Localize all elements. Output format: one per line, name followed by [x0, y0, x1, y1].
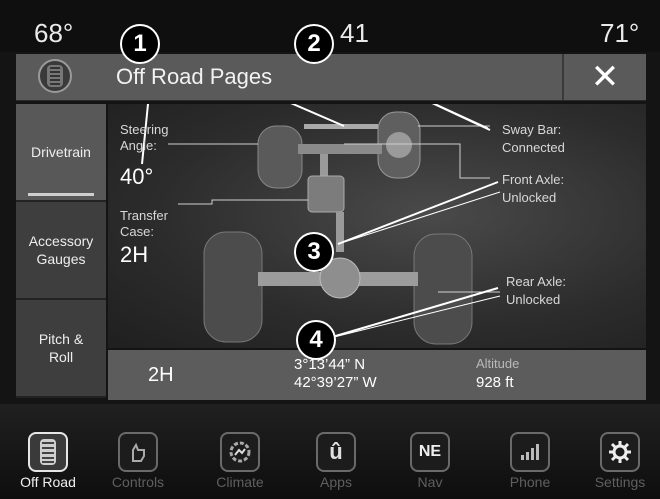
- compass-ne-icon: NE: [410, 432, 450, 472]
- gps-info-strip: 2H 3°13’44” N 42°39’27” W Altitude 928 f…: [108, 350, 646, 400]
- steering-angle-value: 40°: [120, 164, 154, 189]
- rear-axle-value: Unlocked: [506, 292, 561, 307]
- compass-heading: NE: [418, 443, 442, 460]
- latitude-value: 3°13’44” N: [294, 356, 366, 373]
- tab-pitch-roll-label: Pitch & Roll: [38, 331, 84, 365]
- active-tab-indicator: [28, 193, 94, 196]
- nav-apps[interactable]: û Apps: [296, 432, 376, 490]
- drive-shaft: [336, 212, 344, 252]
- outside-temp-right: 71°: [600, 18, 640, 48]
- tire-tread-icon: [28, 432, 68, 472]
- drive-mode-value: 2H: [148, 364, 174, 386]
- outside-temp-left: 68°: [34, 18, 74, 48]
- tab-drivetrain[interactable]: Drivetrain: [16, 104, 106, 202]
- tab-accessory-gauges-label: Accessory Gauges: [28, 233, 94, 267]
- tab-pitch-roll[interactable]: Pitch & Roll: [16, 300, 106, 398]
- transfer-case-label: Transfer Case:: [120, 208, 168, 239]
- altitude-value: 928 ft: [476, 374, 514, 391]
- nav-navigation-label: Nav: [417, 474, 443, 490]
- controls-hand-icon: [118, 432, 158, 472]
- nav-controls-label: Controls: [111, 474, 165, 490]
- side-tabs: Drivetrain Accessory Gauges Pitch & Roll: [16, 104, 106, 398]
- nav-climate-label: Climate: [216, 474, 264, 490]
- nav-off-road[interactable]: Off Road: [8, 432, 88, 490]
- rear-axle-label: Rear Axle:: [506, 274, 566, 289]
- nav-apps-label: Apps: [320, 474, 352, 490]
- title-bar: Off Road Pages ✕: [16, 54, 646, 101]
- nav-settings[interactable]: Settings: [580, 432, 660, 490]
- callout-2: 2: [294, 24, 334, 64]
- drivetrain-panel: Steering Angle: 40° Transfer Case: 2H Sw…: [108, 104, 646, 348]
- altitude-label: Altitude: [476, 356, 520, 371]
- rear-right-wheel: [413, 233, 473, 345]
- steering-angle-label: Steering Angle:: [120, 122, 169, 153]
- callout-1: 1: [120, 24, 160, 64]
- nav-climate[interactable]: Climate: [200, 432, 280, 490]
- status-center-value: 41: [340, 18, 369, 48]
- front-left-wheel: [257, 125, 303, 189]
- bottom-nav: Off Road Controls Climate û Apps NE Nav …: [0, 404, 660, 499]
- gear-icon: [600, 432, 640, 472]
- front-axle: [298, 144, 382, 154]
- nav-settings-label: Settings: [594, 474, 646, 490]
- nav-phone-label: Phone: [509, 474, 551, 490]
- phone-signal-icon: [510, 432, 550, 472]
- longitude-value: 42°39’27” W: [294, 374, 377, 391]
- tab-accessory-gauges[interactable]: Accessory Gauges: [16, 202, 106, 300]
- close-icon: ✕: [590, 58, 620, 96]
- apps-icon: û: [316, 432, 356, 472]
- nav-controls[interactable]: Controls: [98, 432, 178, 490]
- front-axle-value: Unlocked: [502, 190, 557, 205]
- nav-off-road-label: Off Road: [20, 474, 76, 490]
- transfer-case-value: 2H: [120, 242, 149, 267]
- transfer-case: [307, 175, 345, 213]
- tab-drivetrain-label: Drivetrain: [31, 144, 91, 160]
- close-button[interactable]: ✕: [562, 54, 646, 100]
- page-title: Off Road Pages: [116, 64, 273, 89]
- nav-navigation[interactable]: NE Nav: [390, 432, 470, 490]
- rear-left-wheel: [203, 231, 263, 343]
- sway-bar-value: Connected: [502, 140, 565, 155]
- callout-3: 3: [294, 232, 334, 272]
- nav-phone[interactable]: Phone: [490, 432, 570, 490]
- climate-icon: [220, 432, 260, 472]
- callout-4: 4: [296, 320, 336, 360]
- tire-icon: [38, 59, 72, 93]
- front-axle-label: Front Axle:: [502, 172, 565, 187]
- sway-bar-label: Sway Bar:: [502, 122, 562, 137]
